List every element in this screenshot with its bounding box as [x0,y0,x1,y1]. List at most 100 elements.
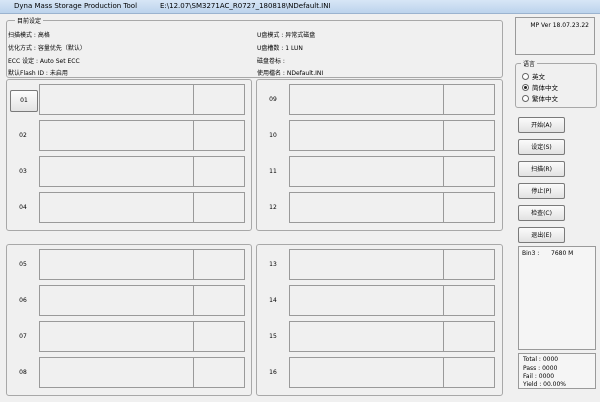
pass-stat: Pass : 0000 [523,365,558,372]
slot-14-capacity [443,285,495,316]
lang-traditional-label: 繁体中文 [532,95,558,103]
slot-11-status [289,156,449,187]
title-bar: Dyna Mass Storage Production Tool E:\12.… [0,0,600,14]
slot-01-capacity [193,84,245,115]
slot-10-label: 10 [269,132,277,139]
radio-simplified[interactable] [522,84,529,91]
slot-14-status [289,285,449,316]
slot-02-capacity [193,120,245,151]
slot-12-label: 12 [269,204,277,211]
stats-panel: Total : 0000 Pass : 0000 Fail : 0000 Yie… [518,353,596,389]
lang-simplified-option[interactable]: 简体中文 [522,82,558,92]
slot-16-label: 16 [269,369,277,376]
optimize-mode-text: 优化方式 : 容量优先（默认） [8,45,86,52]
radio-english[interactable] [522,73,529,80]
slot-05-status [39,249,199,280]
slot-13-capacity [443,249,495,280]
slot-row-12: 12 [260,192,496,223]
slot-10-capacity [443,120,495,151]
window-title: Dyna Mass Storage Production Tool [14,2,138,10]
start-button[interactable]: 开始(A) [518,117,565,133]
slot-04-capacity [193,192,245,223]
slot-row-04: 04 [10,192,246,223]
version-panel: MP Ver 18.07.23.22 [515,17,595,55]
slot-12-status [289,192,449,223]
udisk-count-text: U盘槽数 : 1 LUN [257,45,303,52]
bin-label: Bin3 : [522,250,540,257]
slot-row-01: 01 [10,84,246,115]
version-text: MP Ver 18.07.23.22 [530,22,589,29]
ecc-setting-text: ECC 设定 : Auto Set ECC [8,58,80,65]
slot-07-capacity [193,321,245,352]
exit-button[interactable]: 退出(E) [518,227,565,243]
slot-16-capacity [443,357,495,388]
language-group: 语言 英文 简体中文 繁体中文 [515,59,597,108]
slot-06-label: 06 [19,297,27,304]
yield-stat: Yield : 00.00% [523,381,566,388]
slot-row-09: 09 [260,84,496,115]
slot-15-status [289,321,449,352]
slot-03-label: 03 [19,168,27,175]
slot-row-03: 03 [10,156,246,187]
slot-01-button[interactable]: 01 [10,90,38,112]
slot-row-07: 07 [10,321,246,352]
slot-04-label: 04 [19,204,27,211]
slot-07-label: 07 [19,333,27,340]
total-stat: Total : 0000 [523,356,559,363]
bin-value: 7680 M [551,250,574,257]
slot-02-status [39,120,199,151]
slot-08-capacity [193,357,245,388]
slot-09-label: 09 [269,96,277,103]
slot-06-status [39,285,199,316]
scan-button[interactable]: 扫描(R) [518,161,565,177]
flash-id-text: 默认Flash ID : 未启用 [8,70,68,77]
udisk-mode-text: U盘模式 : 异常式磁盘 [257,32,316,39]
slot-03-status [39,156,199,187]
slot-row-08: 08 [10,357,246,388]
language-legend: 语言 [521,59,538,68]
slot-11-capacity [443,156,495,187]
slot-07-status [39,321,199,352]
slot-row-10: 10 [260,120,496,151]
settings-button[interactable]: 设定(S) [518,139,565,155]
slot-05-capacity [193,249,245,280]
slot-row-14: 14 [260,285,496,316]
slot-06-capacity [193,285,245,316]
lang-english-option[interactable]: 英文 [522,71,545,81]
slot-15-capacity [443,321,495,352]
slot-row-06: 06 [10,285,246,316]
slot-09-capacity [443,84,495,115]
slot-05-label: 05 [19,261,27,268]
lang-simplified-label: 简体中文 [532,84,558,92]
slot-04-status [39,192,199,223]
slot-row-16: 16 [260,357,496,388]
radio-traditional[interactable] [522,95,529,102]
slot-row-13: 13 [260,249,496,280]
scan-mode-text: 扫描模式 : 高格 [8,32,50,39]
slot-13-status [289,249,449,280]
stop-button[interactable]: 停止(P) [518,183,565,199]
current-settings-legend: 目前设定 [15,16,44,25]
slot-row-11: 11 [260,156,496,187]
slot-09-status [289,84,449,115]
slot-12-capacity [443,192,495,223]
disk-label-text: 磁盘卷标 : [257,58,285,65]
slot-row-05: 05 [10,249,246,280]
config-name-text: 使用檔名 : NDefault.INI [257,70,324,77]
slot-10-status [289,120,449,151]
slot-03-capacity [193,156,245,187]
bin-panel: Bin3 : 7680 M [518,246,596,350]
slot-08-label: 08 [19,369,27,376]
slot-08-status [39,357,199,388]
lang-english-label: 英文 [532,73,545,81]
reset-button[interactable]: 检查(C) [518,205,565,221]
slot-row-15: 15 [260,321,496,352]
slot-16-status [289,357,449,388]
slot-row-02: 02 [10,120,246,151]
lang-traditional-option[interactable]: 繁体中文 [522,93,558,103]
fail-stat: Fail : 0000 [523,373,555,380]
slot-13-label: 13 [269,261,277,268]
window-path: E:\12.07\SM3271AC_R0727_180818\NDefault.… [160,2,331,10]
slot-02-label: 02 [19,132,27,139]
slot-15-label: 15 [269,333,277,340]
